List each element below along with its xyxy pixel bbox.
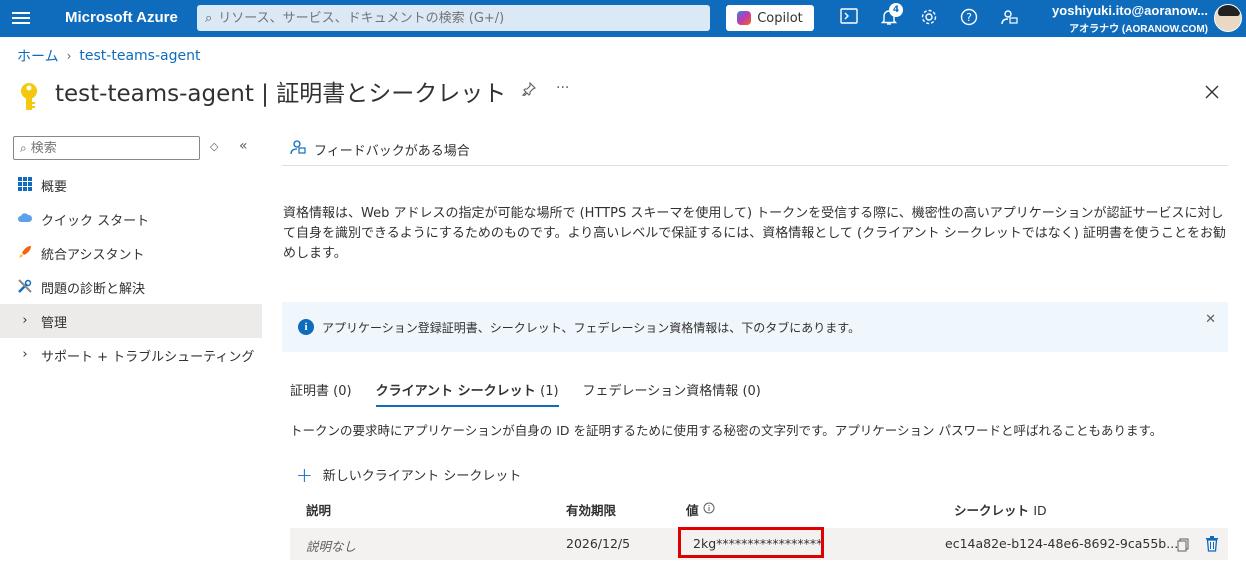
column-header-description[interactable]: 説明 <box>306 500 331 519</box>
sidebar-item-label: 統合アシスタント <box>41 247 145 263</box>
pin-icon[interactable] <box>522 81 536 100</box>
top-bar: Microsoft Azure ⌕ Copilot 4 ? yoshiyuki.… <box>0 0 1246 37</box>
grid-icon <box>17 177 33 193</box>
cloud-shell-icon[interactable] <box>839 8 859 28</box>
rocket-icon <box>17 245 33 261</box>
hamburger-menu-icon[interactable] <box>12 9 30 27</box>
info-icon[interactable] <box>703 502 715 517</box>
column-header-label: ID <box>1033 503 1047 518</box>
sidebar-item-label: 管理 <box>41 315 68 331</box>
sidebar-search[interactable]: ⌕ <box>13 136 200 160</box>
column-header-label: 値 <box>686 503 699 518</box>
sidebar-item-diagnose[interactable]: 問題の診断と解決 <box>0 270 262 304</box>
sidebar-item-quickstart[interactable]: クイック スタート <box>0 202 262 236</box>
close-icon[interactable] <box>1205 80 1219 104</box>
column-header-label: シークレット <box>954 503 1030 518</box>
tab-certificates[interactable]: 証明書 (0) <box>290 380 352 407</box>
feedback-person-icon <box>290 139 306 159</box>
user-tenant: アオラナウ (AORANOW.COM) <box>1069 24 1208 35</box>
trash-icon[interactable] <box>1205 536 1219 552</box>
search-icon: ⌕ <box>20 140 27 155</box>
breadcrumb-home[interactable]: ホーム <box>17 46 59 66</box>
more-options-icon[interactable]: ··· <box>556 80 569 96</box>
column-header-secret-id[interactable]: シークレット ID <box>954 500 1047 519</box>
info-icon: i <box>298 319 314 335</box>
tab-count: (1) <box>540 384 559 399</box>
breadcrumb-app[interactable]: test-teams-agent <box>79 48 200 64</box>
sidebar-item-label: 問題の診断と解決 <box>41 281 146 297</box>
tab-bar: 証明書 (0) クライアント シークレット (1) フェデレーション資格情報 (… <box>290 380 761 407</box>
new-client-secret-button[interactable]: + 新しいクライアント シークレット <box>296 462 522 487</box>
key-icon <box>18 82 40 112</box>
feedback-person-icon[interactable] <box>999 8 1019 28</box>
tab-federated-credentials[interactable]: フェデレーション資格情報 (0) <box>583 380 761 407</box>
copy-icon[interactable] <box>1177 537 1189 552</box>
chevron-right-icon: › <box>22 313 28 328</box>
chevron-right-icon: › <box>22 347 28 362</box>
info-banner-text: アプリケーション登録証明書、シークレット、フェデレーション資格情報は、下のタブに… <box>322 320 861 335</box>
new-client-secret-label: 新しいクライアント シークレット <box>322 469 522 484</box>
row-description: 説明なし <box>306 539 357 554</box>
tab-description: トークンの要求時にアプリケーションが自身の ID を証明するために使用する秘密の… <box>290 423 1163 438</box>
account-menu[interactable]: yoshiyuki.ito@aoranow... アオラナウ (AORANOW.… <box>1052 3 1208 35</box>
close-icon[interactable]: ✕ <box>1205 312 1216 327</box>
tab-label: 証明書 <box>290 384 330 399</box>
sidebar-item-label: クイック スタート <box>41 213 150 229</box>
sidebar-item-label: 概要 <box>41 179 68 195</box>
sidebar-nav: 概要 クイック スタート 統合アシスタント 問題の診断と解決 › 管理 › サポ… <box>0 168 262 372</box>
copilot-icon <box>737 11 752 25</box>
feedback-label: フィードバックがある場合 <box>314 143 470 159</box>
notification-badge: 4 <box>889 3 903 17</box>
sidebar-item-label: サポート + トラブルシューティング <box>41 349 255 365</box>
tab-label: フェデレーション資格情報 <box>582 384 739 399</box>
page-title: test-teams-agent | 証明書とシークレット <box>55 81 507 107</box>
svg-text:?: ? <box>966 11 972 24</box>
plus-icon: + <box>296 462 313 487</box>
collapse-sidebar-icon[interactable]: « <box>239 138 248 154</box>
column-header-value[interactable]: 値 <box>686 500 715 519</box>
info-banner: i アプリケーション登録証明書、シークレット、フェデレーション資格情報は、下のタ… <box>282 302 1228 352</box>
page-description: 資格情報は、Web アドレスの指定が可能な場所で (HTTPS スキーマを使用し… <box>283 206 1226 261</box>
value-highlight-box <box>678 527 824 558</box>
tab-client-secrets[interactable]: クライアント シークレット (1) <box>375 380 559 407</box>
gear-icon[interactable] <box>919 8 939 28</box>
cloud-icon <box>17 211 33 227</box>
feedback-link[interactable]: フィードバックがある場合 <box>290 139 470 159</box>
sidebar-item-overview[interactable]: 概要 <box>0 168 262 202</box>
copilot-label: Copilot <box>757 10 803 26</box>
tab-count: (0) <box>333 384 352 399</box>
tools-icon <box>17 279 33 295</box>
tab-label: クライアント シークレット <box>375 384 536 399</box>
row-expires: 2026/12/5 <box>566 536 631 551</box>
help-icon[interactable]: ? <box>959 8 979 28</box>
row-secret-id: ec14a82e-b124-48e6-8692-9ca55b... <box>945 536 1179 551</box>
copilot-button[interactable]: Copilot <box>726 5 814 31</box>
sidebar-search-input[interactable] <box>30 140 181 156</box>
search-icon: ⌕ <box>205 10 213 26</box>
column-header-expires[interactable]: 有効期限 <box>566 500 616 519</box>
sidebar-item-manage[interactable]: › 管理 <box>0 304 262 338</box>
user-email: yoshiyuki.ito@aoranow... <box>1052 3 1208 18</box>
avatar[interactable] <box>1214 4 1242 32</box>
chevron-right-icon: › <box>66 49 72 63</box>
breadcrumb: ホーム › test-teams-agent <box>17 46 200 66</box>
search-input[interactable] <box>218 10 689 26</box>
sort-toggle-icon[interactable]: ◇ <box>210 140 218 153</box>
divider <box>282 165 1228 166</box>
brand-title[interactable]: Microsoft Azure <box>65 9 178 26</box>
sidebar-item-support[interactable]: › サポート + トラブルシューティング <box>0 338 262 372</box>
global-search[interactable]: ⌕ <box>197 5 710 31</box>
tab-count: (0) <box>742 384 761 399</box>
sidebar-item-integration-assistant[interactable]: 統合アシスタント <box>0 236 262 270</box>
